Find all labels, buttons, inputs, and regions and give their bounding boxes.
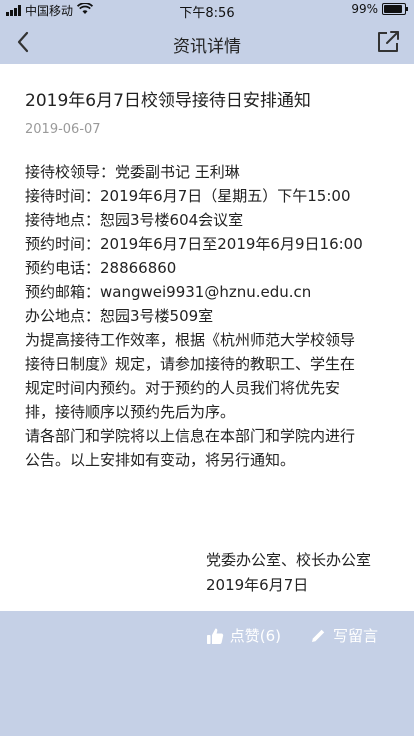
body-line: 办公地点：恕园3号楼509室 <box>25 307 214 325</box>
status-right: 99% <box>351 2 408 16</box>
body-line: 接待日制度》规定，请参加接待的教职工、学生在 <box>25 355 356 373</box>
signature-office: 党委办公室、校长办公室 <box>206 551 372 569</box>
body-line: 规定时间内预约。对于预约的人员我们将优先安 <box>25 379 341 397</box>
article-date: 2019-06-07 <box>25 122 101 137</box>
battery-percent: 99% <box>351 2 378 16</box>
article-title: 2019年6月7日校领导接待日安排通知 <box>25 91 311 111</box>
body-line: 公告。以上安排如有变动，将另行通知。 <box>25 451 296 469</box>
body-line: 排，接待顺序以预约先后为序。 <box>25 403 236 421</box>
battery-icon <box>382 3 408 15</box>
external-edit-icon[interactable] <box>374 28 402 56</box>
top-bar: 中国移动 下午8:56 99% 资讯详情 <box>0 0 414 64</box>
bottom-bar: 点赞(6) 写留言 <box>0 611 414 736</box>
body-line: 接待时间：2019年6月7日（星期五）下午15:00 <box>25 187 351 205</box>
like-label: 点赞(6) <box>229 627 281 645</box>
body-line: 预约时间：2019年6月7日至2019年6月9日16:00 <box>25 235 363 253</box>
thumbs-up-icon <box>206 627 224 645</box>
body-line: 预约电话：28866860 <box>25 259 177 277</box>
signature-date: 2019年6月7日 <box>206 576 309 594</box>
like-button[interactable]: 点赞(6) <box>206 625 281 646</box>
write-comment-button[interactable]: 写留言 <box>309 625 378 646</box>
body-line: 接待地点：恕园3号楼604会议室 <box>25 211 244 229</box>
body-line: 请各部门和学院将以上信息在本部门和学院内进行 <box>25 427 356 445</box>
status-bar: 中国移动 下午8:56 99% <box>0 0 414 21</box>
pencil-icon <box>309 627 327 645</box>
body-line: 预约邮箱：wangwei9931@hznu.edu.cn <box>25 283 312 301</box>
comment-label: 写留言 <box>332 627 378 645</box>
action-bar: 点赞(6) 写留言 <box>206 625 378 646</box>
signature-block: 党委办公室、校长办公室 2019年6月7日 <box>0 548 414 598</box>
nav-bar: 资讯详情 <box>0 22 414 64</box>
body-line: 为提高接待工作效率，根据《杭州师范大学校领导 <box>25 331 356 349</box>
article-content: 2019年6月7日校领导接待日安排通知 2019-06-07 接待校领导：党委副… <box>0 64 414 611</box>
body-line: 接待校领导：党委副书记 王利琳 <box>25 163 240 181</box>
page-title: 资讯详情 <box>173 37 241 57</box>
article-body: 接待校领导：党委副书记 王利琳 接待时间：2019年6月7日（星期五）下午15:… <box>25 160 395 472</box>
